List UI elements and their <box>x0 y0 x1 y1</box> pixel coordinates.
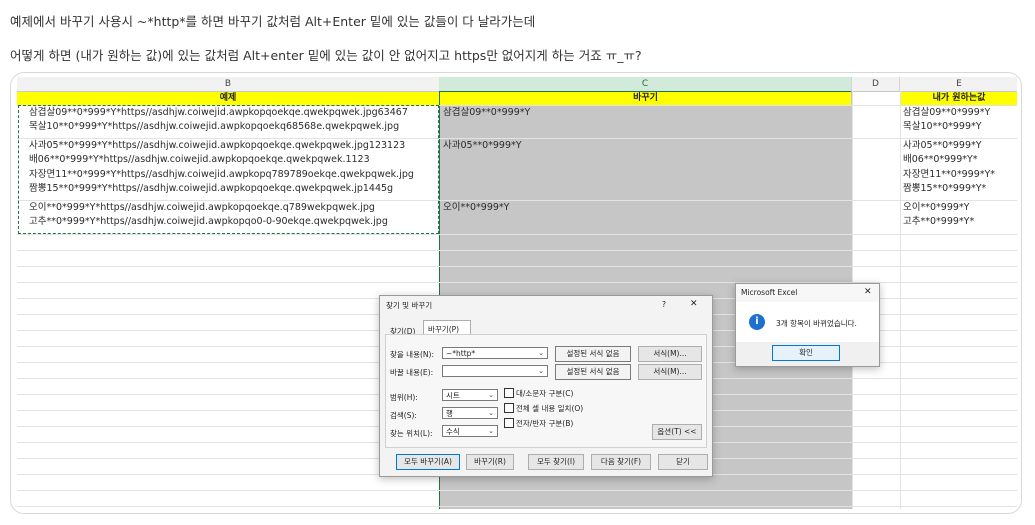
width-checkbox[interactable] <box>504 418 514 428</box>
find-replace-dialog: 찾기 및 바꾸기 ? ✕ 찾기(D) 바꾸기(P) 찾을 내용(N): ~*ht… <box>379 295 713 477</box>
cell-c-row1[interactable]: 삼겹살09**0*999*Y <box>443 107 530 119</box>
column-header-c[interactable]: C <box>439 77 852 93</box>
cell-e-row3-line1[interactable]: 오이**0*999*Y <box>903 202 969 214</box>
column-header-e[interactable]: E <box>900 77 1017 92</box>
look-in-select[interactable]: 수식 ⌄ <box>442 425 498 437</box>
dialog-close-icon[interactable]: ✕ <box>690 299 698 309</box>
look-in-chevron-icon[interactable]: ⌄ <box>486 426 496 436</box>
cell-e-row2-line1[interactable]: 사과05**0*999*Y <box>903 140 982 152</box>
msgbox-title: Microsoft Excel <box>741 288 798 297</box>
cell-e-row2-line3[interactable]: 자장면11**0*999*Y* <box>903 169 995 181</box>
no-format-preview-1: 설정된 서식 없음 <box>555 346 631 362</box>
replace-input[interactable]: ⌄ <box>442 365 548 377</box>
cell-c-row2[interactable]: 사과05**0*999*Y <box>443 140 522 152</box>
search-value: 행 <box>446 409 453 418</box>
close-button[interactable]: 닫기 <box>658 454 708 470</box>
search-label: 검색(S): <box>390 411 417 420</box>
find-input[interactable]: ~*http* ⌄ <box>442 347 548 359</box>
cell-e-row1-line1[interactable]: 삼겹살09**0*999*Y <box>903 107 990 119</box>
cell-e-row3-line2[interactable]: 고추**0*999*Y* <box>903 216 974 228</box>
header-cell-desired[interactable]: 내가 원하는값 <box>901 92 1017 105</box>
format-button-2[interactable]: 서식(M)... <box>638 364 702 380</box>
scope-select[interactable]: 시트 ⌄ <box>442 389 498 401</box>
scope-value: 시트 <box>446 391 460 400</box>
cell-e-row2-line2[interactable]: 배06**0*999*Y* <box>903 154 978 166</box>
msgbox-close-icon[interactable]: ✕ <box>864 287 872 297</box>
post-line-2: 어떻게 하면 (내가 원하는 값)에 있는 값처럼 Alt+enter 밑에 있… <box>10 48 642 63</box>
no-format-preview-2: 설정된 서식 없음 <box>555 364 631 380</box>
find-dropdown-chevron-icon[interactable]: ⌄ <box>536 348 546 358</box>
ok-button[interactable]: 확인 <box>772 345 840 361</box>
scope-label: 범위(H): <box>390 393 418 402</box>
tab-replace-box[interactable]: 바꾸기(P) <box>423 320 471 335</box>
case-label[interactable]: 대/소문자 구분(C) <box>516 388 573 399</box>
excel-message-box: Microsoft Excel ✕ i 3개 항목이 바뀌었습니다. 확인 <box>735 283 880 367</box>
look-in-value: 수식 <box>446 427 460 436</box>
header-cell-replace[interactable]: 바꾸기 <box>440 92 851 105</box>
msgbox-titlebar: Microsoft Excel ✕ <box>736 284 879 302</box>
whole-cell-checkbox[interactable] <box>504 403 514 413</box>
find-value: ~*http* <box>446 349 476 358</box>
column-header-b[interactable]: B <box>17 77 440 92</box>
excel-screenshot: B C D E 예제 바꾸기 내가 원하는값 삼겹살09**0*999*Y*ht… <box>10 72 1022 514</box>
find-label: 찾을 내용(N): <box>390 350 434 359</box>
info-icon: i <box>749 314 765 330</box>
look-in-label: 찾는 위치(L): <box>390 429 433 438</box>
cell-e-row1-line2[interactable]: 목살10**0*999*Y <box>903 121 982 133</box>
search-select[interactable]: 행 ⌄ <box>442 407 498 419</box>
copy-marquee <box>18 105 439 234</box>
help-button[interactable]: ? <box>662 300 666 309</box>
msgbox-message: 3개 항목이 바뀌었습니다. <box>776 319 857 328</box>
replace-button[interactable]: 바꾸기(R) <box>466 454 514 470</box>
whole-cell-label[interactable]: 전체 셀 내용 일치(O) <box>516 403 583 414</box>
find-all-button[interactable]: 모두 찾기(I) <box>528 454 584 470</box>
replace-all-button[interactable]: 모두 바꾸기(A) <box>396 454 460 470</box>
search-chevron-icon[interactable]: ⌄ <box>486 408 496 418</box>
dialog-title: 찾기 및 바꾸기 <box>386 301 433 310</box>
cell-e-row2-line4[interactable]: 짬뽕15**0*999*Y* <box>903 183 986 195</box>
column-header-d[interactable]: D <box>852 77 900 92</box>
replace-label: 바꿀 내용(E): <box>390 368 434 377</box>
spreadsheet-grid: B C D E 예제 바꾸기 내가 원하는값 삼겹살09**0*999*Y*ht… <box>17 75 1017 509</box>
header-cell-example[interactable]: 예제 <box>17 92 439 105</box>
width-label[interactable]: 전자/반자 구분(B) <box>516 418 573 429</box>
info-icon-glyph: i <box>755 316 759 327</box>
format-button-1[interactable]: 서식(M)... <box>638 346 702 362</box>
find-next-button[interactable]: 다음 찾기(F) <box>591 454 651 470</box>
case-checkbox[interactable] <box>504 388 514 398</box>
post-line-1: 예제에서 바꾸기 사용시 ~*http*를 하면 바꾸기 값처럼 Alt+Ent… <box>10 14 536 29</box>
scope-chevron-icon[interactable]: ⌄ <box>486 390 496 400</box>
cell-c-row3[interactable]: 오이**0*999*Y <box>443 202 509 214</box>
replace-dropdown-chevron-icon[interactable]: ⌄ <box>536 366 546 376</box>
options-button[interactable]: 옵션(T) << <box>652 424 702 440</box>
